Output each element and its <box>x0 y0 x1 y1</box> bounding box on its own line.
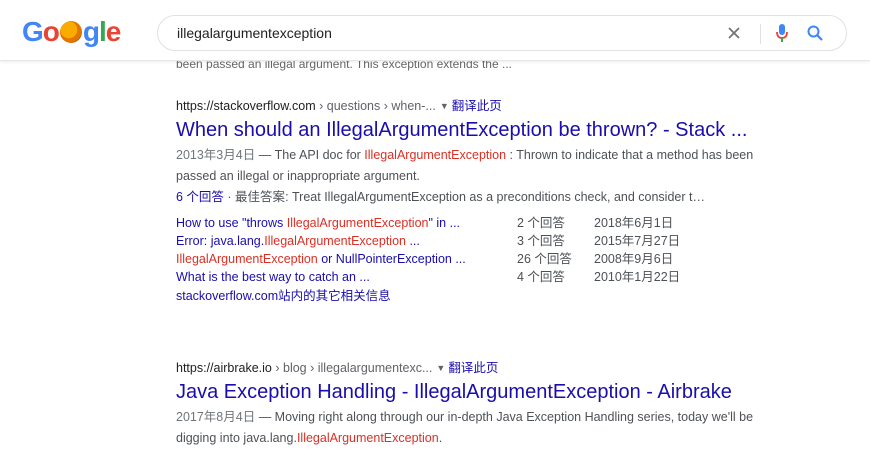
snippet-date: 2017年8月4日 <box>176 410 256 424</box>
answer-count: 26 个回答 <box>517 252 572 266</box>
result-url[interactable]: https://stackoverflow.com <box>176 99 316 113</box>
result-breadcrumbs: › blog › illegalargumentexc... <box>271 361 433 375</box>
result-url-line[interactable]: https://stackoverflow.com › questions › … <box>176 98 776 114</box>
question-date: 2015年7月27日 <box>594 234 681 248</box>
related-question-link[interactable]: How to use "throws IllegalArgumentExcept… <box>176 214 460 232</box>
dropdown-arrow-icon[interactable]: ▼ <box>436 363 445 373</box>
snippet-highlight: IllegalArgumentException <box>296 431 439 445</box>
question-date: 2010年1月22日 <box>594 270 681 284</box>
related-question-row[interactable]: Error: java.lang.IllegalArgumentExceptio… <box>176 232 776 250</box>
separator: · <box>223 190 236 204</box>
answer-count: 2 个回答 <box>517 216 565 230</box>
snippet-text: — Moving right along through our in-dept… <box>176 410 754 445</box>
microphone-icon[interactable] <box>775 23 789 43</box>
answer-count: 3 个回答 <box>517 234 565 248</box>
translate-link[interactable]: 翻译此页 <box>448 361 498 375</box>
related-question-link[interactable]: Error: java.lang.IllegalArgumentExceptio… <box>176 232 420 250</box>
close-icon[interactable] <box>725 24 743 42</box>
translate-link[interactable]: 翻译此页 <box>452 99 502 113</box>
question-date: 2018年6月1日 <box>594 216 674 230</box>
search-icon[interactable] <box>806 24 824 42</box>
best-answer-text: : Treat IllegalArgumentException as a pr… <box>285 190 705 204</box>
result-url[interactable]: https://airbrake.io <box>176 361 272 375</box>
search-result: https://stackoverflow.com › questions › … <box>176 98 776 305</box>
more-from-site-link[interactable]: stackoverflow.com站内的其它相关信息 <box>176 287 776 305</box>
search-box[interactable]: illegalargumentexception <box>157 15 847 51</box>
question-date: 2008年9月6日 <box>594 252 674 266</box>
search-header: Go gle illegalargumentexception <box>0 0 870 61</box>
related-question-link[interactable]: What is the best way to catch an ... <box>176 268 370 286</box>
related-question-row[interactable]: IllegalArgumentException or NullPointerE… <box>176 250 776 268</box>
snippet-date: 2013年3月4日 <box>176 148 256 162</box>
search-input[interactable]: illegalargumentexception <box>177 25 332 41</box>
result-snippet: 2017年8月4日 — Moving right along through o… <box>176 407 786 449</box>
google-logo[interactable]: Go gle <box>22 18 121 46</box>
related-questions: How to use "throws IllegalArgumentExcept… <box>176 214 776 286</box>
best-answer-label: 最佳答案 <box>235 190 286 204</box>
answers-summary: 6 个回答 · 最佳答案: Treat IllegalArgumentExcep… <box>176 187 776 208</box>
snippet-text: . <box>438 431 443 445</box>
search-result: https://airbrake.io › blog › illegalargu… <box>176 360 786 449</box>
result-title-link[interactable]: Java Exception Handling - IllegalArgumen… <box>176 379 786 405</box>
related-question-link[interactable]: IllegalArgumentException or NullPointerE… <box>176 250 466 268</box>
snippet-text: — The API doc for <box>255 148 365 162</box>
answers-count-link[interactable]: 6 个回答 <box>176 190 224 204</box>
snippet-highlight: IllegalArgumentException <box>364 148 507 162</box>
result-snippet: 2013年3月4日 — The API doc for IllegalArgum… <box>176 145 776 187</box>
related-question-row[interactable]: How to use "throws IllegalArgumentExcept… <box>176 214 776 232</box>
related-question-row[interactable]: What is the best way to catch an ... 4 个… <box>176 268 776 286</box>
doodle-icon <box>59 21 82 43</box>
divider <box>760 24 761 44</box>
dropdown-arrow-icon[interactable]: ▼ <box>440 101 449 111</box>
result-breadcrumbs: › questions › when-... <box>315 99 436 113</box>
result-title-link[interactable]: When should an IllegalArgumentException … <box>176 117 776 143</box>
answer-count: 4 个回答 <box>517 270 565 284</box>
result-url-line[interactable]: https://airbrake.io › blog › illegalargu… <box>176 360 786 376</box>
